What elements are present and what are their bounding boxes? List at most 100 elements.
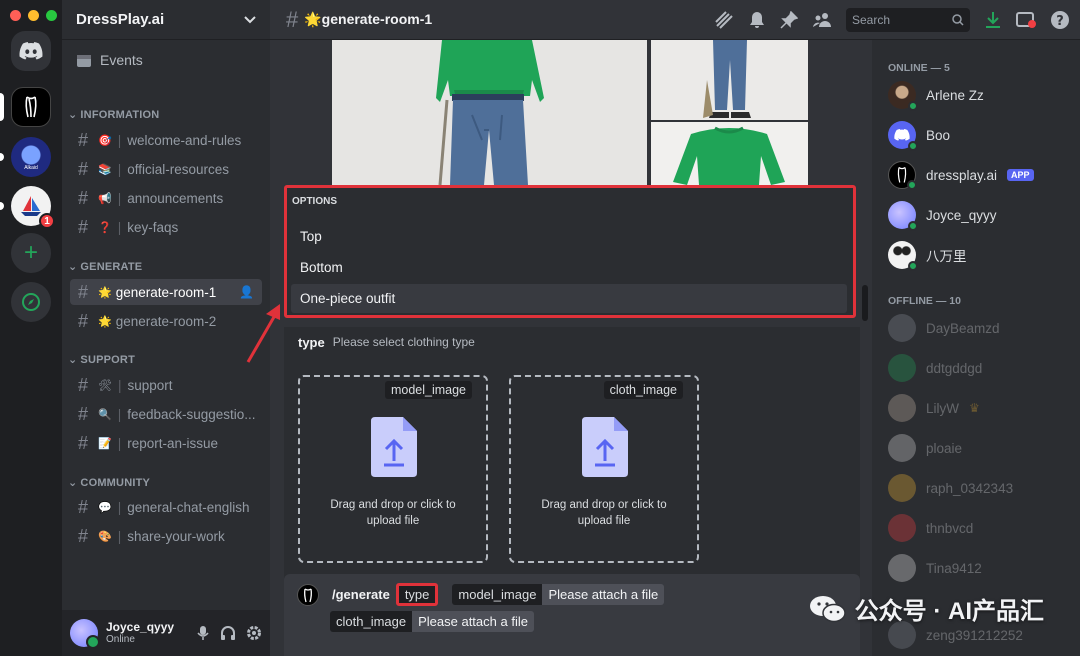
offline-header: OFFLINE — 10 xyxy=(888,295,961,307)
generated-image-side-top[interactable] xyxy=(651,40,808,120)
category-support[interactable]: ⌄ SUPPORT xyxy=(68,353,135,367)
member-item[interactable]: Tina9412 xyxy=(888,551,982,585)
model-image-option-value[interactable]: Please attach a file xyxy=(542,584,665,605)
alkaid-label: Alkaid xyxy=(24,165,38,171)
separator: | xyxy=(117,377,122,393)
help-icon[interactable]: ? xyxy=(1050,10,1070,30)
channel-support[interactable]: # 🛠 | support xyxy=(70,372,262,398)
channel-welcome-and-rules[interactable]: # 🎯 | welcome-and-rules xyxy=(70,127,262,153)
channel-name: feedback-suggestio... xyxy=(127,406,256,422)
server-name: DressPlay.ai xyxy=(76,11,165,28)
search-input[interactable]: Search xyxy=(846,8,970,32)
generated-image-main[interactable] xyxy=(332,40,647,185)
type-option-chip[interactable]: type xyxy=(395,583,439,606)
server-dressplay[interactable] xyxy=(11,87,51,127)
category-information[interactable]: ⌄ INFORMATION xyxy=(68,108,159,122)
server-boat[interactable]: 1 xyxy=(11,186,55,229)
command-input[interactable]: /generate type model_image Please attach… xyxy=(284,574,860,656)
close-window-button[interactable] xyxy=(10,10,21,21)
wechat-logo-icon xyxy=(809,595,846,622)
unread-indicator xyxy=(0,153,4,161)
model-image-dropzone[interactable]: model_image Drag and drop or click to up… xyxy=(298,375,488,563)
category-community[interactable]: ⌄ COMMUNITY xyxy=(68,476,150,490)
microphone-icon[interactable] xyxy=(196,625,210,641)
settings-gear-icon[interactable] xyxy=(246,625,262,641)
channel-emoji: 🌟 xyxy=(98,315,112,328)
direct-messages-button[interactable] xyxy=(11,31,51,71)
avatar xyxy=(888,121,918,151)
headphones-icon[interactable] xyxy=(220,625,236,641)
category-generate[interactable]: ⌄ GENERATE xyxy=(68,260,142,274)
bell-icon[interactable] xyxy=(748,11,766,29)
members-list-icon[interactable] xyxy=(812,12,832,28)
explore-servers-button[interactable] xyxy=(11,282,51,322)
add-member-icon[interactable]: 👤 xyxy=(239,285,254,299)
channel-announcements[interactable]: # 📢 | announcements xyxy=(70,185,262,211)
threads-icon[interactable] xyxy=(714,11,734,29)
option-top[interactable]: Top xyxy=(291,222,847,251)
member-item[interactable]: Arlene Zz xyxy=(888,78,984,112)
active-server-indicator xyxy=(0,93,4,121)
type-parameter-description: Please select clothing type xyxy=(332,335,475,349)
app-badge: APP xyxy=(1007,169,1034,181)
message-scrollbar[interactable] xyxy=(862,285,868,321)
member-item[interactable]: raph_0342343 xyxy=(888,471,1013,505)
channel-name: official-resources xyxy=(127,161,230,177)
channel-feedback-suggestions[interactable]: # 🔍 | feedback-suggestio... xyxy=(70,401,262,427)
command-row: /generate type model_image Please attach… xyxy=(332,583,665,606)
avatar[interactable] xyxy=(70,619,100,649)
options-dropdown: OPTIONS Top Bottom One-piece outfit xyxy=(284,185,856,318)
dropzone-instructions: Drag and drop or click to upload file xyxy=(541,499,667,528)
avatar xyxy=(888,434,916,462)
member-item[interactable]: 八万里 xyxy=(888,238,967,272)
channel-share-your-work[interactable]: # 🎨 | share-your-work xyxy=(70,523,262,549)
server-alkaid[interactable]: Alkaid xyxy=(11,137,51,177)
maximize-window-button[interactable] xyxy=(46,10,57,21)
svg-text:?: ? xyxy=(1056,14,1064,29)
hash-icon: # xyxy=(78,403,89,424)
add-server-button[interactable]: + xyxy=(11,233,51,273)
inbox-icon[interactable] xyxy=(1016,11,1036,29)
channel-report-an-issue[interactable]: # 📝 | report-an-issue xyxy=(70,430,262,456)
channel-key-faqs[interactable]: # ❓ | key-faqs xyxy=(70,214,262,240)
server-header[interactable]: DressPlay.ai xyxy=(62,0,270,40)
crown-icon: ♛ xyxy=(969,401,980,415)
red-arrow-annotation xyxy=(246,304,280,363)
message-area: OPTIONS Top Bottom One-piece outfit type… xyxy=(270,40,872,656)
pin-icon[interactable] xyxy=(780,11,798,29)
chevron-down-icon: ⌄ xyxy=(68,477,78,489)
cloth-image-option-value[interactable]: Please attach a file xyxy=(412,611,534,632)
channel-generate-room-1[interactable]: # 🌟 generate-room-1 👤 xyxy=(70,279,262,305)
member-item[interactable]: DayBeamzd xyxy=(888,311,1000,345)
channel-emoji: 🔍 xyxy=(98,408,112,421)
member-item[interactable]: ploaie xyxy=(888,431,962,465)
channel-general-chat-english[interactable]: # 💬 | general-chat-english xyxy=(70,494,262,520)
option-bottom[interactable]: Bottom xyxy=(291,253,847,282)
events-link[interactable]: Events xyxy=(76,52,143,68)
channel-emoji: 🌟 xyxy=(98,286,112,299)
cloth-image-option-chip[interactable]: cloth_image xyxy=(330,611,413,632)
member-item[interactable]: ddtgddgd xyxy=(888,351,982,385)
user-info[interactable]: Joyce_qyyy Online xyxy=(106,620,188,645)
generated-image-side-bottom[interactable] xyxy=(651,122,808,185)
channel-generate-room-2[interactable]: # 🌟 generate-room-2 xyxy=(70,308,262,334)
events-label: Events xyxy=(100,52,143,68)
calendar-icon xyxy=(77,55,91,67)
cloth-image-dropzone[interactable]: cloth_image Drag and drop or click to up… xyxy=(509,375,699,563)
channel-official-resources[interactable]: # 📚 | official-resources xyxy=(70,156,262,182)
channel-header: # 🌟generate-room-1 Search ? xyxy=(270,0,1080,40)
member-item[interactable]: dressplay.ai APP xyxy=(888,158,1034,192)
model-image-option-chip[interactable]: model_image xyxy=(452,584,543,605)
member-item[interactable]: Joyce_qyyy xyxy=(888,198,997,232)
member-item[interactable]: Boo xyxy=(888,118,950,152)
member-item[interactable]: thnbvcd xyxy=(888,511,973,545)
download-icon[interactable] xyxy=(984,11,1002,29)
minimize-window-button[interactable] xyxy=(28,10,39,21)
channel-title-text: 🌟generate-room-1 xyxy=(304,11,433,27)
member-item[interactable]: LilyW ♛ xyxy=(888,391,980,425)
model-photo xyxy=(332,40,647,185)
search-icon xyxy=(952,14,964,26)
separator: | xyxy=(117,406,122,422)
option-one-piece-outfit[interactable]: One-piece outfit xyxy=(291,284,847,313)
attachment-area: model_image Drag and drop or click to up… xyxy=(284,357,860,587)
